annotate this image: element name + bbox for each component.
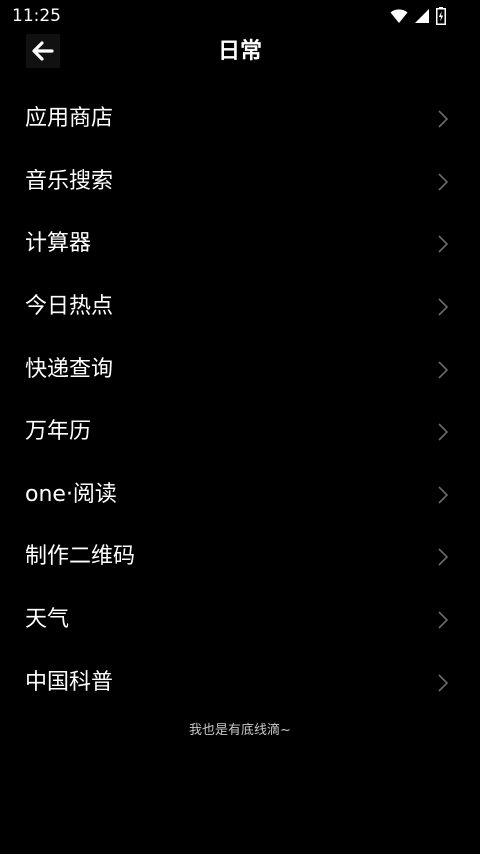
menu-list: 应用商店 音乐搜索 计算器 今日热点 快递查询 万年历 one·阅读 制作二维码…	[0, 88, 480, 714]
chevron-right-icon	[438, 173, 449, 191]
chevron-right-icon	[438, 548, 449, 567]
menu-item-music-search[interactable]: 音乐搜索	[0, 151, 480, 214]
page-title: 日常	[217, 39, 262, 64]
menu-item-label: 万年历	[25, 419, 92, 445]
menu-item-calculator[interactable]: 计算器	[0, 213, 480, 276]
menu-item-weather[interactable]: 天气	[0, 589, 480, 652]
menu-item-one-reading[interactable]: one·阅读	[0, 464, 480, 527]
menu-item-label: 制作二维码	[25, 544, 136, 570]
menu-item-china-science[interactable]: 中国科普	[0, 651, 480, 714]
chevron-right-icon	[438, 110, 449, 128]
menu-item-app-store[interactable]: 应用商店	[0, 88, 480, 151]
menu-item-today-hot[interactable]: 今日热点	[0, 276, 480, 339]
menu-item-label: 中国科普	[25, 669, 114, 695]
status-bar: 11:25	[0, 0, 480, 32]
menu-item-label: one·阅读	[25, 481, 117, 507]
header: 日常	[0, 32, 480, 72]
menu-item-label: 应用商店	[25, 106, 114, 132]
chevron-right-icon	[438, 361, 449, 379]
menu-item-express-query[interactable]: 快递查询	[0, 338, 480, 401]
chevron-right-icon	[438, 298, 449, 316]
menu-item-label: 天气	[25, 607, 70, 633]
menu-item-label: 今日热点	[25, 294, 114, 320]
status-time: 11:25	[12, 6, 61, 26]
chevron-right-icon	[438, 611, 449, 629]
chevron-right-icon	[438, 674, 449, 692]
status-icons	[390, 6, 446, 26]
menu-item-label: 快递查询	[25, 356, 114, 382]
chevron-right-icon	[438, 235, 449, 254]
chevron-right-icon	[438, 423, 449, 441]
footer-note: 我也是有底线滴~	[189, 723, 291, 738]
menu-item-label: 计算器	[25, 231, 92, 257]
menu-item-calendar[interactable]: 万年历	[0, 401, 480, 464]
battery-charging-icon	[436, 7, 446, 25]
menu-item-make-qrcode[interactable]: 制作二维码	[0, 526, 480, 589]
chevron-right-icon	[438, 486, 449, 504]
wifi-icon	[390, 8, 408, 24]
menu-item-label: 音乐搜索	[25, 168, 114, 194]
cell-signal-icon	[414, 8, 430, 24]
